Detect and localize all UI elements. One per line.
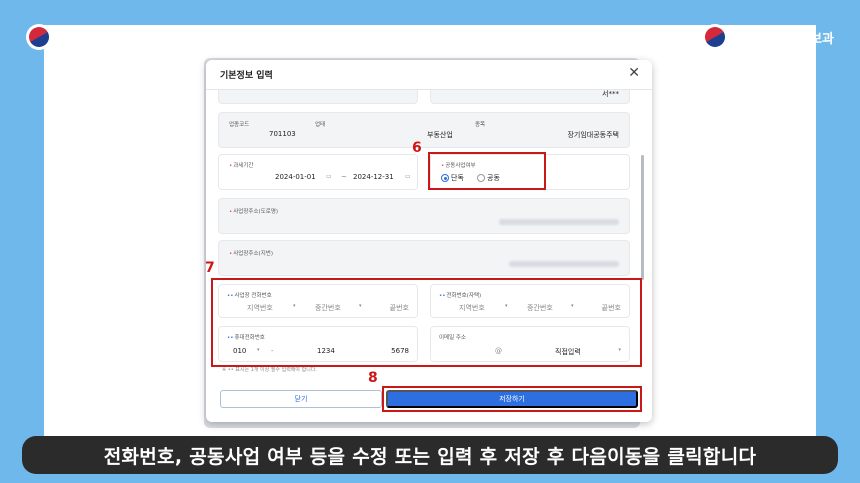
annotation-number-6: 6 <box>412 140 422 156</box>
tax-period-sep: ~ <box>341 173 347 181</box>
highlight-box-8 <box>382 386 642 412</box>
calendar-icon[interactable]: ▭ <box>405 173 411 180</box>
business-code-card: 업종코드 701103 업태 부동산업 종목 장기임대공동주택 <box>218 112 630 148</box>
required-note: ※ •• 표시는 1개 이상 필수 입력해야 합니다. <box>222 367 317 373</box>
highlight-box-7 <box>211 278 642 367</box>
scrollbar[interactable] <box>641 155 644 280</box>
modal-title: 기본정보 입력 <box>220 71 273 81</box>
business-code-label: 업종코드 <box>229 122 250 128</box>
top-card-right: 서*** <box>430 90 630 104</box>
lot-address-label: 사업장주소(지번) <box>229 249 273 257</box>
annotation-number-8: 8 <box>368 370 378 386</box>
business-type-label: 업태 <box>315 122 326 128</box>
tax-period-card: 과세기간 2024-01-01 ▭ ~ 2024-12-31 ▭ <box>218 154 418 190</box>
calendar-icon[interactable]: ▭ <box>326 173 332 180</box>
road-address-card: 사업장주소(도로명) <box>218 198 630 234</box>
tax-period-label: 과세기간 <box>229 161 253 169</box>
business-type-value: 부동산업 <box>427 131 453 139</box>
close-icon[interactable]: ✕ <box>628 65 640 81</box>
blurred-address <box>499 219 619 225</box>
taegeuk-icon <box>26 24 52 50</box>
modal-header: 기본정보 입력 ✕ <box>206 60 652 90</box>
business-item-label: 종목 <box>475 122 486 128</box>
blurred-address <box>509 261 619 267</box>
subtitle-caption: 전화번호, 공동사업 여부 등을 수정 또는 입력 후 저장 후 다음이동을 클… <box>22 436 838 474</box>
road-address-label: 사업장주소(도로명) <box>229 207 278 215</box>
top-value: 서*** <box>602 90 619 98</box>
lot-address-card: 사업장주소(지번) <box>218 240 630 276</box>
annotation-number-7: 7 <box>205 260 215 276</box>
business-code-value: 701103 <box>269 130 296 138</box>
top-card-left <box>218 90 418 104</box>
taegeuk-icon <box>701 24 728 50</box>
logo-left-text: 국세청 소득세과 <box>58 31 147 47</box>
basic-info-modal: 기본정보 입력 ✕ 서*** 업종코드 701103 업태 부동산업 종목 장기… <box>206 60 652 422</box>
logo-left: 국세청 소득세과 <box>26 24 146 50</box>
business-item-value: 장기임대공동주택 <box>567 131 619 139</box>
highlight-box-6 <box>428 152 546 190</box>
tax-period-end[interactable]: 2024-12-31 <box>353 173 394 181</box>
tax-period-start[interactable]: 2024-01-01 <box>275 173 316 181</box>
logo-right: 국세청 세정홍보과 <box>701 24 834 50</box>
close-button[interactable]: 닫기 <box>220 390 382 408</box>
logo-right-text: 국세청 세정홍보과 <box>733 31 834 47</box>
